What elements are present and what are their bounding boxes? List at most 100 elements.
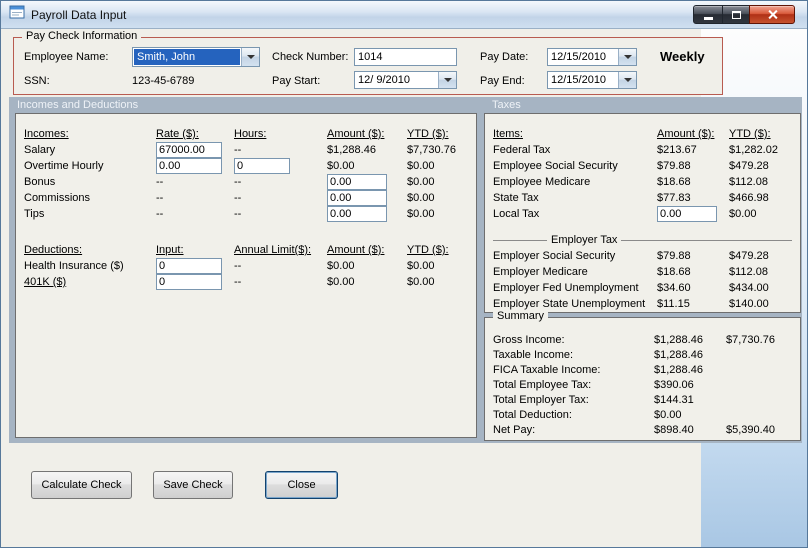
tax-amount: $213.67 bbox=[657, 144, 697, 156]
window-controls bbox=[693, 5, 795, 24]
deduction-amount: $0.00 bbox=[327, 260, 355, 272]
employer-tax-separator: Employer Tax bbox=[493, 232, 792, 248]
close-button[interactable]: Close bbox=[265, 471, 338, 499]
bonus-amount-input[interactable] bbox=[327, 174, 387, 190]
summary-ytd: $5,390.40 bbox=[726, 423, 775, 436]
pay-end-picker[interactable]: 12/15/2010 bbox=[547, 71, 637, 89]
minimize-button[interactable] bbox=[693, 5, 723, 24]
taxes-box: Items: Amount ($): YTD ($): Federal Tax … bbox=[484, 113, 801, 313]
tax-amount: $18.68 bbox=[657, 266, 691, 278]
tax-amount: $34.60 bbox=[657, 282, 691, 294]
summary-row-fica: FICA Taxable Income: $1,288.46 bbox=[485, 362, 800, 377]
titlebar: Payroll Data Input bbox=[1, 1, 807, 29]
pay-start-dropdown-button[interactable] bbox=[438, 72, 456, 88]
summary-row-total-employee-tax: Total Employee Tax: $390.06 bbox=[485, 377, 800, 392]
overtime-hours-input[interactable] bbox=[234, 158, 290, 174]
pay-end-label: Pay End: bbox=[480, 75, 525, 87]
employee-name-combobox[interactable]: Smith, John bbox=[132, 47, 260, 67]
employee-name-value: Smith, John bbox=[134, 49, 240, 65]
tax-row-employer-fed-unemployment: Employer Fed Unemployment $34.60 $434.00 bbox=[485, 280, 800, 296]
app-icon bbox=[9, 4, 25, 25]
income-rate: -- bbox=[156, 192, 164, 204]
taxes-header: Taxes bbox=[492, 99, 521, 111]
income-ytd: $0.00 bbox=[407, 176, 435, 188]
commissions-amount-input[interactable] bbox=[327, 190, 387, 206]
check-number-input[interactable] bbox=[354, 48, 457, 66]
income-header-row: Incomes: Rate ($): Hours: Amount ($): YT… bbox=[16, 126, 476, 142]
income-rate: -- bbox=[156, 208, 164, 220]
close-window-button[interactable] bbox=[749, 5, 795, 24]
tax-header-row: Items: Amount ($): YTD ($): bbox=[485, 126, 800, 142]
summary-name: Total Deduction: bbox=[493, 408, 572, 421]
summary-box: Summary Gross Income: $1,288.46 $7,730.7… bbox=[484, 310, 801, 441]
summary-name: Total Employee Tax: bbox=[493, 378, 592, 391]
deduction-ytd: $0.00 bbox=[407, 276, 435, 288]
401k-input[interactable] bbox=[156, 274, 222, 290]
col-incomes: Incomes: bbox=[24, 128, 69, 140]
summary-value: $0.00 bbox=[654, 408, 682, 421]
col-ytd: YTD ($): bbox=[729, 128, 771, 140]
local-tax-input[interactable] bbox=[657, 206, 717, 222]
tax-amount: $77.83 bbox=[657, 192, 691, 204]
employer-tax-label: Employer Tax bbox=[547, 234, 622, 246]
chevron-down-icon bbox=[246, 55, 255, 59]
tips-amount-input[interactable] bbox=[327, 206, 387, 222]
income-row-tips: Tips -- -- $0.00 bbox=[16, 206, 476, 222]
tax-row-employer-ss: Employer Social Security $79.88 $479.28 bbox=[485, 248, 800, 264]
tax-ytd: $112.08 bbox=[729, 266, 768, 278]
income-hours: -- bbox=[234, 144, 242, 156]
income-name: Bonus bbox=[24, 176, 56, 188]
pay-start-picker[interactable]: 12/ 9/2010 bbox=[354, 71, 457, 89]
chevron-down-icon bbox=[623, 78, 632, 82]
pay-date-picker[interactable]: 12/15/2010 bbox=[547, 48, 637, 66]
col-hours: Hours: bbox=[234, 128, 267, 140]
tax-amount: $79.88 bbox=[657, 160, 691, 172]
pay-start-value: 12/ 9/2010 bbox=[358, 74, 410, 86]
summary-ytd: $7,730.76 bbox=[726, 333, 775, 346]
tax-name: Employer Medicare bbox=[493, 266, 588, 278]
ssn-label: SSN: bbox=[24, 75, 50, 87]
calculate-check-button[interactable]: Calculate Check bbox=[31, 471, 132, 499]
income-amount: $0.00 bbox=[327, 160, 355, 172]
summary-name: Total Employer Tax: bbox=[493, 393, 589, 406]
health-insurance-input[interactable] bbox=[156, 258, 222, 274]
overtime-rate-input[interactable] bbox=[156, 158, 222, 174]
tax-row-local: Local Tax $0.00 bbox=[485, 206, 800, 222]
employee-name-label: Employee Name: bbox=[24, 51, 109, 63]
pay-end-dropdown-button[interactable] bbox=[618, 72, 636, 88]
check-number-label: Check Number: bbox=[272, 51, 349, 63]
tax-name: Employer Social Security bbox=[493, 250, 616, 262]
income-ytd: $7,730.76 bbox=[407, 144, 456, 156]
pay-date-label: Pay Date: bbox=[480, 51, 529, 63]
pay-date-value: 12/15/2010 bbox=[551, 51, 607, 63]
tax-ytd: $434.00 bbox=[729, 282, 769, 294]
income-name: Overtime Hourly bbox=[24, 160, 104, 172]
tax-name: Local Tax bbox=[493, 208, 540, 220]
window-title: Payroll Data Input bbox=[31, 7, 127, 22]
income-name: Salary bbox=[24, 144, 56, 156]
minimize-icon bbox=[703, 16, 713, 20]
summary-value: $144.31 bbox=[654, 393, 694, 406]
summary-value: $1,288.46 bbox=[654, 348, 703, 361]
deduction-amount: $0.00 bbox=[327, 276, 355, 288]
chevron-down-icon bbox=[623, 55, 632, 59]
save-check-button[interactable]: Save Check bbox=[153, 471, 233, 499]
401k-link[interactable]: 401K ($) bbox=[24, 276, 156, 288]
ssn-value: 123-45-6789 bbox=[132, 75, 195, 87]
income-name: Commissions bbox=[24, 192, 91, 204]
tax-name: Employer State Unemployment bbox=[493, 298, 646, 310]
salary-rate-input[interactable] bbox=[156, 142, 222, 158]
chevron-down-icon bbox=[443, 78, 452, 82]
income-hours: -- bbox=[234, 192, 242, 204]
maximize-icon bbox=[731, 10, 741, 19]
employee-name-dropdown-button[interactable] bbox=[241, 48, 259, 66]
pay-date-dropdown-button[interactable] bbox=[618, 49, 636, 65]
tax-name: Federal Tax bbox=[493, 144, 551, 156]
col-rate: Rate ($): bbox=[156, 128, 199, 140]
summary-value: $1,288.46 bbox=[654, 363, 703, 376]
tax-name: Employer Fed Unemployment bbox=[493, 282, 639, 294]
paycheck-info-group: Pay Check Information Employee Name: Smi… bbox=[13, 30, 723, 95]
maximize-button[interactable] bbox=[722, 5, 750, 24]
tax-ytd: $466.98 bbox=[729, 192, 769, 204]
summary-value: $1,288.46 bbox=[654, 333, 703, 346]
